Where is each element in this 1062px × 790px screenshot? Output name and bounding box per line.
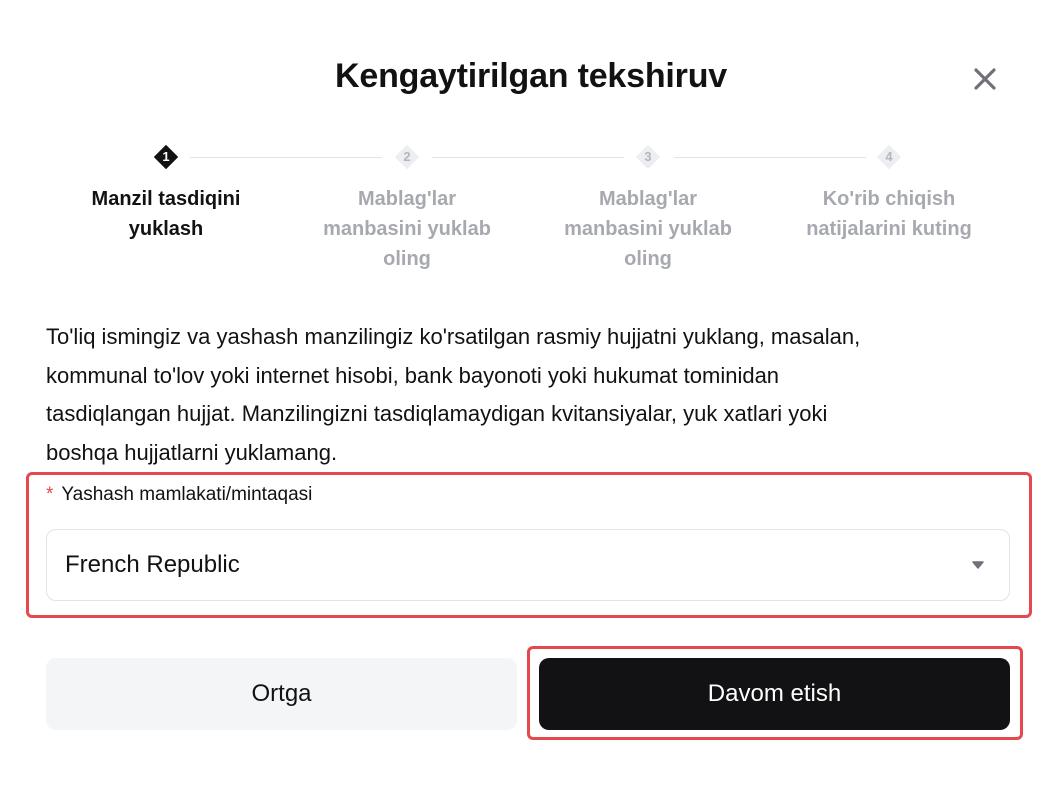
step-label-line: oling [383, 248, 431, 270]
step-2-badge: 2 [395, 145, 419, 169]
instructions-text: To'liq ismingiz va yashash manzilingiz k… [46, 318, 1006, 472]
step-connector [674, 157, 866, 158]
step-3-label: Mablag'lar manbasini yuklab oling [538, 184, 758, 274]
verification-dialog: Kengaytirilgan tekshiruv 1 2 3 4 Manzil … [0, 0, 1062, 790]
step-number: 4 [885, 149, 893, 164]
step-number: 3 [644, 149, 652, 164]
back-button[interactable]: Ortga [46, 658, 517, 730]
step-label-line: yuklash [128, 218, 204, 240]
step-label-line: Ko'rib chiqish [822, 188, 956, 210]
instructions-line: kommunal to'lov yoki internet hisobi, ba… [46, 362, 780, 388]
country-label-text: Yashash mamlakati/mintaqasi [61, 484, 313, 505]
continue-button[interactable]: Davom etish [539, 658, 1010, 730]
instructions-line: boshqa hujjatlarni yuklamang. [46, 439, 338, 465]
instructions-line: To'liq ismingiz va yashash manzilingiz k… [46, 324, 861, 349]
step-label-line: Manzil tasdiqini [91, 188, 241, 210]
step-label-line: Mablag'lar [357, 188, 457, 210]
step-3-badge: 3 [636, 145, 660, 169]
step-label-line: natijalarini kuting [806, 218, 972, 240]
step-label-line: oling [624, 248, 672, 270]
step-number: 1 [162, 149, 170, 164]
step-1-label: Manzil tasdiqini yuklash [56, 184, 276, 244]
country-field-label: * Yashash mamlakati/mintaqasi [46, 482, 312, 508]
caret-down-icon [972, 561, 984, 569]
instructions-line: tasdiqlangan hujjat. Manzilingizni tasdi… [46, 401, 828, 426]
country-select-value: French Republic [65, 551, 240, 578]
step-label-line: Mablag'lar [598, 188, 698, 210]
country-select[interactable]: French Republic [46, 529, 1010, 601]
step-1-badge: 1 [154, 145, 178, 169]
step-connector [432, 157, 624, 158]
step-label-line: manbasini yuklab [564, 218, 732, 240]
step-4-label: Ko'rib chiqish natijalarini kuting [779, 184, 999, 244]
step-label-line: manbasini yuklab [323, 218, 491, 240]
step-2-label: Mablag'lar manbasini yuklab oling [297, 184, 517, 274]
step-4-badge: 4 [877, 145, 901, 169]
required-asterisk: * [46, 484, 54, 505]
step-connector [190, 157, 382, 158]
step-number: 2 [403, 149, 411, 164]
progress-stepper: 1 2 3 4 Manzil tasdiqini yuklash Mablag'… [0, 0, 1062, 290]
